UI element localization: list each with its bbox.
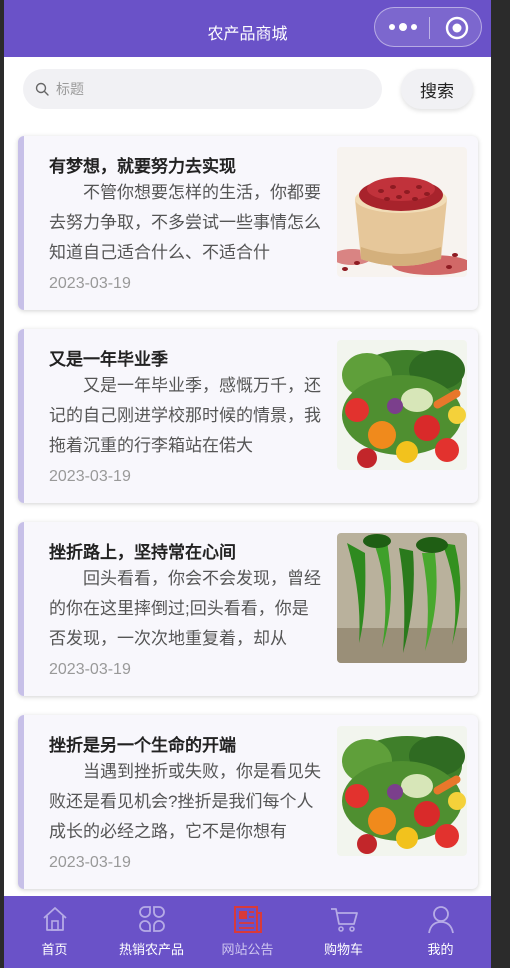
article-thumbnail [337,726,467,856]
search-bar [23,69,382,109]
tab-profile[interactable]: 我的 [392,896,489,968]
article-title: 挫折路上，坚持常在心间 [49,543,236,562]
article-summary: 不管你想要怎样的生活，你都要去努力争取，不多尝试一些事情怎么知道自己适合什么、不… [49,183,321,262]
tab-label: 首页 [41,942,68,957]
article-title: 又是一年毕业季 [49,350,168,369]
card-accent-bar [18,329,24,503]
article-date: 2023-03-19 [49,661,131,678]
tab-label: 我的 [427,942,454,957]
article-card[interactable]: 有梦想，就要努力去实现 不管你想要怎样的生活，你都要去努力争取，不多尝试一些事情… [18,136,478,310]
article-card[interactable]: 挫折路上，坚持常在心间 回头看看，你会不会发现，曾经的你在这里摔倒过;回头看看，… [18,522,478,696]
header: 农产品商城 [4,0,491,57]
tab-cart[interactable]: 购物车 [295,896,392,968]
card-accent-bar [18,715,24,889]
more-icon[interactable] [388,20,418,34]
search-button[interactable]: 搜索 [401,69,473,109]
article-thumbnail [337,533,467,663]
article-summary: 又是一年毕业季，感慨万千，还记的自己刚进学校那时候的情景，我拖着沉重的行李箱站在… [49,376,321,455]
article-card[interactable]: 挫折是另一个生命的开端 当遇到挫折或失败，你是看见失败还是看见机会?挫折是我们每… [18,715,478,889]
article-title: 挫折是另一个生命的开端 [49,736,236,755]
article-thumbnail [337,147,467,277]
search-input[interactable] [56,69,366,109]
tab-label: 热销农产品 [118,942,184,957]
close-icon[interactable] [445,16,469,40]
article-date: 2023-03-19 [49,854,131,871]
news-icon [234,906,262,933]
user-icon [428,906,454,934]
home-icon [43,907,67,931]
tab-home[interactable]: 首页 [6,896,103,968]
capsule-divider [429,17,430,39]
article-summary: 当遇到挫折或失败，你是看见失败还是看见机会?挫折是我们每个人成长的必经之路，它不… [49,762,321,841]
article-list: 有梦想，就要努力去实现 不管你想要怎样的生活，你都要去努力争取，不多尝试一些事情… [18,136,478,908]
bottom-tab-bar: 首页 热销农产品 网站公告 购物车 我的 [4,896,491,968]
card-accent-bar [18,522,24,696]
cart-icon [331,908,358,932]
mini-program-capsule [374,7,482,47]
tab-hot-products[interactable]: 热销农产品 [103,896,200,968]
grid-icon [139,906,165,932]
search-icon [35,82,49,96]
article-summary: 回头看看，你会不会发现，曾经的你在这里摔倒过;回头看看，你是否发现，一次次地重复… [49,569,321,648]
tab-label: 网站公告 [221,942,274,957]
article-card[interactable]: 又是一年毕业季 又是一年毕业季，感慨万千，还记的自己刚进学校那时候的情景，我拖着… [18,329,478,503]
article-date: 2023-03-19 [49,468,131,485]
phone-screen: 农产品商城 搜索 有梦想，就要努力去实现 不管你想要怎样的生活，你都要去努力争取… [4,0,491,968]
tab-label: 购物车 [323,942,363,957]
article-title: 有梦想，就要努力去实现 [49,157,236,176]
tab-announcements[interactable]: 网站公告 [199,896,296,968]
article-thumbnail [337,340,467,470]
card-accent-bar [18,136,24,310]
article-date: 2023-03-19 [49,275,131,292]
